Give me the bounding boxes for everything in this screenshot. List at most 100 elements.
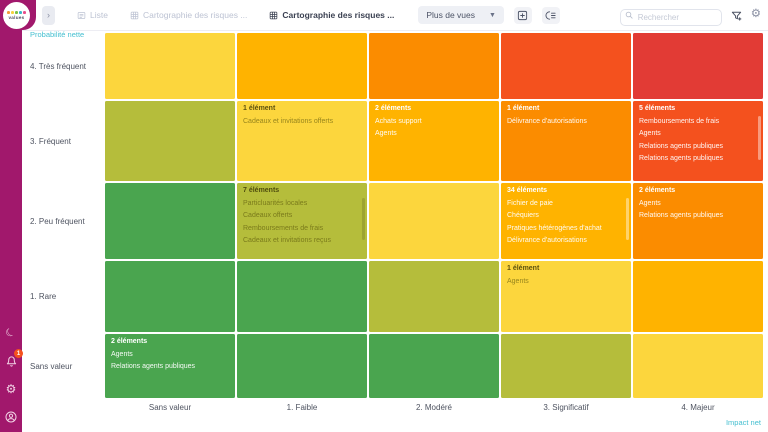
view-tab-label: Cartographie des risques ... [143,10,247,20]
matrix-cell[interactable] [105,183,235,259]
risk-item[interactable]: Chéquiers [507,212,625,219]
cell-count: 7 éléments [243,187,361,194]
matrix-cell[interactable]: 7 éléments Particluarités locales Cadeaux… [237,183,367,259]
risk-item[interactable]: Cadeaux et invitations reçus [243,237,361,244]
row-height-button[interactable] [542,7,560,24]
matrix-cell[interactable]: 2 éléments Achats supportAgents [369,101,499,181]
matrix-cell[interactable] [105,33,235,99]
matrix-cell[interactable]: 1 élément Délivrance d'autorisations [501,101,631,181]
matrix-cell[interactable] [369,261,499,332]
risk-item[interactable]: Relations agents publiques [639,143,757,150]
more-views-label: Plus de vues [426,10,475,20]
view-tab-label: Liste [90,10,108,20]
matrix-row: 1 élément Cadeaux et invitations offerts… [105,101,763,181]
view-tab[interactable]: Cartographie des risques ... [269,10,394,20]
risk-matrix-board: Probabilité nette 4. Très fréquent3. Fré… [22,31,768,432]
topbar: › Liste Cartographie des risques ... Car… [22,0,768,31]
filter-icon [731,10,742,21]
matrix-cell[interactable]: 2 éléments AgentsRelations agents publiq… [105,334,235,398]
grid-view-icon [130,11,139,20]
risk-item[interactable]: Achats support [375,118,493,125]
x-axis-title[interactable]: Impact net [726,418,761,427]
risk-item[interactable]: Agents [111,351,229,358]
matrix-row: 7 éléments Particluarités locales Cadeaux… [105,183,763,259]
search-box [620,7,722,24]
main-content: › Liste Cartographie des risques ... Car… [22,0,768,432]
risk-item[interactable]: Agents [507,278,625,285]
bell-icon [6,356,17,367]
risk-item[interactable]: Délivrance d'autorisations [507,237,625,244]
matrix-cell[interactable]: 34 éléments Fichier de paieChéquiersPrat… [501,183,631,259]
cell-count: 1 élément [507,265,625,272]
filter-button[interactable] [731,10,742,21]
risk-item[interactable]: Cadeaux et invitations offerts [243,118,361,125]
column-label: 4. Majeur [633,403,763,412]
risk-item[interactable]: Remboursements de frais [639,118,757,125]
logo-dots-icon [7,11,26,14]
more-views-dropdown[interactable]: Plus de vues ▼ [418,6,504,24]
matrix-cell[interactable] [369,183,499,259]
add-view-button[interactable] [514,7,532,24]
risk-item[interactable]: Fichier de paie [507,200,625,207]
matrix-cell[interactable] [237,33,367,99]
matrix-cell[interactable]: 5 éléments Remboursements de frais Agents… [633,101,763,181]
risk-item[interactable]: Remboursements de frais [243,225,361,232]
column-label: 3. Significatif [501,403,631,412]
matrix-cell[interactable] [501,33,631,99]
row-label: 3. Fréquent [22,101,105,181]
account-button[interactable] [4,410,18,424]
risk-item[interactable]: Délivrance d'autorisations [507,118,625,125]
cell-count: 5 éléments [639,105,757,112]
search-input[interactable] [620,9,722,26]
logo-badge[interactable]: values [0,0,36,30]
notifications-button[interactable]: 1 [4,354,18,368]
matrix-cell[interactable] [369,33,499,99]
view-settings-button[interactable]: ⚙ [751,9,761,21]
matrix-cell[interactable]: 1 élément Agents [501,261,631,332]
cell-scrollbar[interactable] [758,116,761,160]
risk-item[interactable]: Agents [639,130,757,137]
matrix-cell[interactable] [369,334,499,398]
cell-count: 1 élément [243,105,361,112]
risk-item[interactable]: Relations agents publiques [111,363,229,370]
cell-scrollbar[interactable] [626,198,629,240]
risk-item[interactable]: Agents [375,130,493,137]
matrix-cell[interactable] [633,261,763,332]
settings-button[interactable]: ⚙ [4,382,18,396]
dark-mode-button[interactable]: ☾ [4,326,18,340]
row-label: 2. Peu fréquent [22,183,105,259]
risk-item[interactable]: Pratiques hétérogènes d'achat [507,225,625,232]
app-sidebar: ☾ 1 ⚙ [0,0,22,432]
matrix-cell[interactable] [501,334,631,398]
matrix-cell[interactable] [105,101,235,181]
matrix-cell[interactable]: 2 éléments AgentsRelations agents publiq… [633,183,763,259]
column-label: Sans valeur [105,403,235,412]
list-view-icon [77,11,86,20]
cell-scrollbar[interactable] [362,198,365,240]
matrix-cell[interactable] [237,261,367,332]
matrix-cell[interactable] [105,261,235,332]
risk-item[interactable]: Particluarités locales [243,200,361,207]
view-tab[interactable]: Cartographie des risques ... [130,10,247,20]
cell-count: 1 élément [507,105,625,112]
matrix-cell[interactable] [633,33,763,99]
view-tab[interactable]: Liste [77,10,108,20]
add-view-icon [517,10,528,21]
risk-item[interactable]: Relations agents publiques [639,212,757,219]
chevron-down-icon: ▼ [489,12,496,19]
risk-item[interactable]: Agents [639,200,757,207]
matrix-cell[interactable]: 1 élément Cadeaux et invitations offerts [237,101,367,181]
app-root: ☾ 1 ⚙ values › Li [0,0,768,432]
moon-icon: ☾ [4,326,18,340]
user-avatar-icon [5,411,17,423]
column-label: 2. Modéré [369,403,499,412]
sidebar-expand-button[interactable]: › [42,6,55,25]
row-height-icon [545,10,557,21]
matrix-cell[interactable] [633,334,763,398]
sidebar-icon-stack: ☾ 1 ⚙ [0,326,22,424]
risk-item[interactable]: Relations agents publiques [639,155,757,162]
view-tab-label: Cartographie des risques ... [282,10,394,20]
chevron-right-icon: › [47,10,50,20]
matrix-cell[interactable] [237,334,367,398]
risk-item[interactable]: Cadeaux offerts [243,212,361,219]
